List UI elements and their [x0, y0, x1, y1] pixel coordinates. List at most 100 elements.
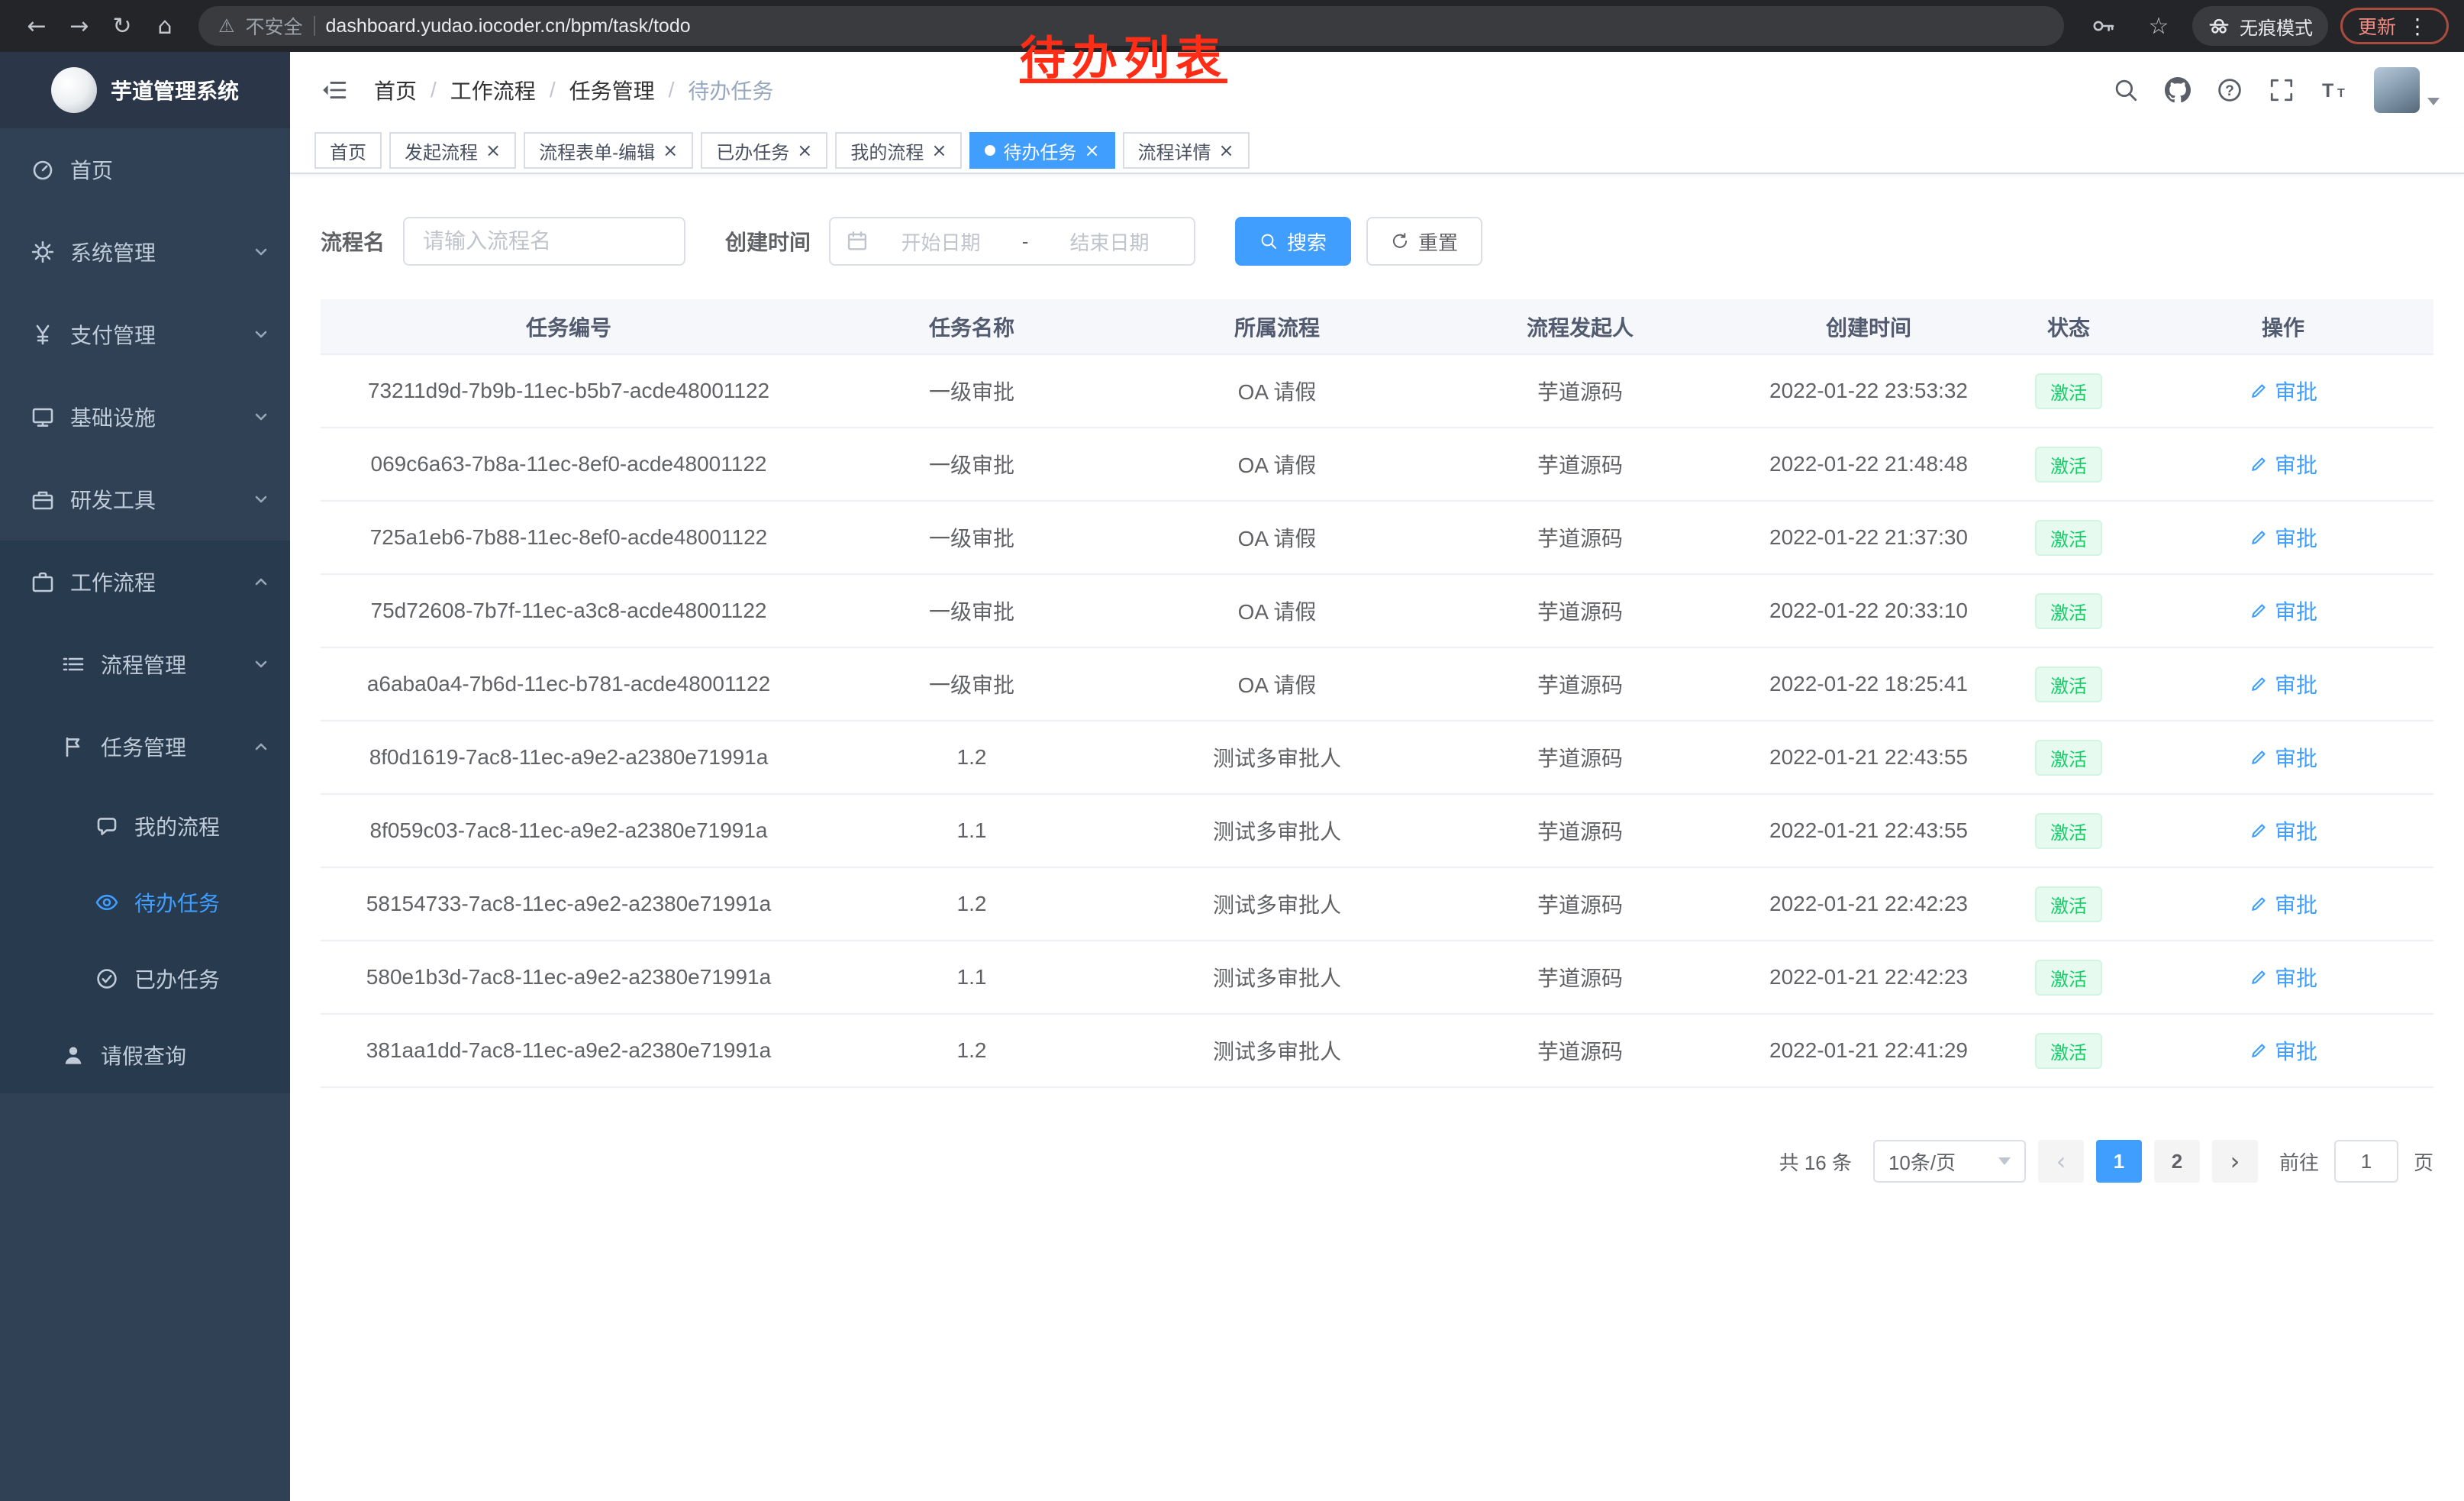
approve-link[interactable]: 审批	[2249, 815, 2317, 846]
address-bar[interactable]: ⚠ 不安全 dashboard.yudao.iocoder.cn/bpm/tas…	[198, 6, 2064, 46]
prev-page-button[interactable]: ‹	[2038, 1140, 2084, 1183]
cell-status: 激活	[2004, 428, 2133, 501]
fullscreen-icon[interactable]	[2269, 77, 2295, 103]
tab-label: 发起流程	[405, 137, 478, 164]
svg-text:T: T	[2337, 87, 2345, 100]
reload-icon[interactable]: ↻	[101, 5, 144, 47]
approve-link[interactable]: 审批	[2249, 889, 2317, 919]
task-name-text: 一级审批	[929, 600, 1014, 624]
approve-link-label: 审批	[2275, 889, 2317, 919]
approve-link-label: 审批	[2275, 815, 2317, 846]
process-text: OA 请假	[1238, 527, 1317, 550]
eye-icon	[95, 890, 119, 915]
sidebar-item-dev-tools[interactable]: 研发工具	[0, 458, 290, 541]
breadcrumb-home[interactable]: 首页	[374, 75, 417, 105]
star-icon[interactable]: ☆	[2137, 5, 2180, 47]
tab-form-edit[interactable]: 流程表单-编辑 ×	[524, 132, 693, 169]
initiator-text: 芋道源码	[1537, 454, 1623, 477]
tab-done-tasks[interactable]: 已办任务 ×	[701, 132, 827, 169]
goto-page-input[interactable]	[2334, 1140, 2398, 1183]
column-header-actions: 操作	[2133, 299, 2433, 354]
reset-button[interactable]: 重置	[1366, 217, 1482, 266]
approve-link[interactable]: 审批	[2249, 742, 2317, 773]
cell-create-time: 2022-01-22 18:25:41	[1733, 647, 2004, 721]
approve-link[interactable]: 审批	[2249, 669, 2317, 699]
task-id-text: 75d72608-7b7f-11ec-a3c8-acde48001122	[371, 599, 767, 622]
gear-icon	[31, 240, 55, 264]
toolbox-icon	[31, 487, 55, 512]
task-name-text: 一级审批	[929, 454, 1014, 477]
initiator-text: 芋道源码	[1537, 967, 1623, 990]
incognito-icon	[2208, 15, 2230, 37]
breadcrumb-separator: /	[431, 78, 437, 102]
approve-link-label: 审批	[2275, 522, 2317, 553]
sidebar-item-payment[interactable]: 支付管理	[0, 293, 290, 376]
initiator-text: 芋道源码	[1537, 600, 1623, 624]
page-size-select[interactable]: 10条/页	[1873, 1140, 2026, 1183]
user-avatar[interactable]	[2374, 67, 2440, 113]
sidebar-item-done-tasks[interactable]: 已办任务	[0, 941, 290, 1017]
approve-link[interactable]: 审批	[2249, 596, 2317, 626]
approve-link[interactable]: 审批	[2249, 962, 2317, 993]
tab-start-process[interactable]: 发起流程 ×	[389, 132, 516, 169]
back-icon[interactable]: ←	[15, 5, 58, 47]
menu-kebab-icon[interactable]: ⋮	[2407, 14, 2431, 39]
person-icon	[61, 1043, 85, 1067]
close-icon[interactable]: ×	[663, 141, 678, 160]
hamburger-icon[interactable]	[314, 77, 353, 103]
sidebar-item-system[interactable]: 系统管理	[0, 211, 290, 293]
app-logo[interactable]: 芋道管理系统	[0, 52, 290, 128]
close-icon[interactable]: ×	[797, 141, 812, 160]
sidebar-item-leave-query[interactable]: 请假查询	[0, 1017, 290, 1093]
sidebar-item-my-process[interactable]: 我的流程	[0, 788, 290, 864]
cell-initiator: 芋道源码	[1427, 428, 1733, 501]
breadcrumb-task-management[interactable]: 任务管理	[569, 75, 655, 105]
chevron-up-icon	[253, 574, 269, 589]
cell-initiator: 芋道源码	[1427, 867, 1733, 941]
approve-link[interactable]: 审批	[2249, 376, 2317, 406]
search-icon[interactable]	[2113, 77, 2139, 103]
column-header-create-time: 创建时间	[1733, 299, 2004, 354]
next-page-button[interactable]: ›	[2212, 1140, 2258, 1183]
cell-actions: 审批	[2133, 794, 2433, 867]
close-icon[interactable]: ×	[1219, 141, 1234, 160]
close-icon[interactable]: ×	[1084, 141, 1099, 160]
sidebar-item-process-management[interactable]: 流程管理	[0, 623, 290, 705]
font-size-icon[interactable]: TT	[2320, 77, 2348, 103]
forward-icon[interactable]: →	[58, 5, 101, 47]
breadcrumb-workflow[interactable]: 工作流程	[450, 75, 536, 105]
sidebar-item-home[interactable]: 首页	[0, 128, 290, 211]
tab-process-detail[interactable]: 流程详情 ×	[1123, 132, 1250, 169]
key-icon[interactable]	[2082, 5, 2125, 47]
approve-link[interactable]: 审批	[2249, 522, 2317, 553]
edit-icon	[2249, 528, 2269, 547]
close-icon[interactable]: ×	[485, 141, 501, 160]
search-button[interactable]: 搜索	[1235, 217, 1351, 266]
tab-my-process[interactable]: 我的流程 ×	[835, 132, 962, 169]
github-icon[interactable]	[2165, 77, 2191, 103]
approve-link[interactable]: 审批	[2249, 1035, 2317, 1066]
task-name-text: 1.2	[957, 745, 987, 769]
cell-status: 激活	[2004, 354, 2133, 428]
cell-task-name: 1.2	[817, 721, 1127, 794]
process-name-input[interactable]	[403, 217, 685, 266]
page-2-button[interactable]: 2	[2154, 1140, 2200, 1183]
sidebar-item-label: 工作流程	[70, 567, 156, 597]
sidebar-item-todo-tasks[interactable]: 待办任务	[0, 864, 290, 941]
sidebar-item-infrastructure[interactable]: 基础设施	[0, 376, 290, 458]
sidebar-item-task-management[interactable]: 任务管理	[0, 705, 290, 788]
process-text: 测试多审批人	[1213, 967, 1341, 990]
help-icon[interactable]: ?	[2217, 77, 2243, 103]
approve-link[interactable]: 审批	[2249, 449, 2317, 479]
page-1-button[interactable]: 1	[2096, 1140, 2142, 1183]
tab-label: 我的流程	[850, 137, 924, 164]
tab-label: 首页	[330, 137, 366, 164]
date-range-picker[interactable]: 开始日期 - 结束日期	[829, 217, 1195, 266]
home-icon[interactable]: ⌂	[144, 5, 186, 47]
tab-home[interactable]: 首页	[314, 132, 382, 169]
close-icon[interactable]: ×	[931, 141, 947, 160]
tab-todo-tasks[interactable]: 待办任务 ×	[969, 132, 1114, 169]
update-button[interactable]: 更新 ⋮	[2340, 8, 2449, 44]
chrome-actions: ☆ 无痕模式 更新 ⋮	[2076, 5, 2449, 47]
sidebar-item-workflow[interactable]: 工作流程	[0, 541, 290, 623]
